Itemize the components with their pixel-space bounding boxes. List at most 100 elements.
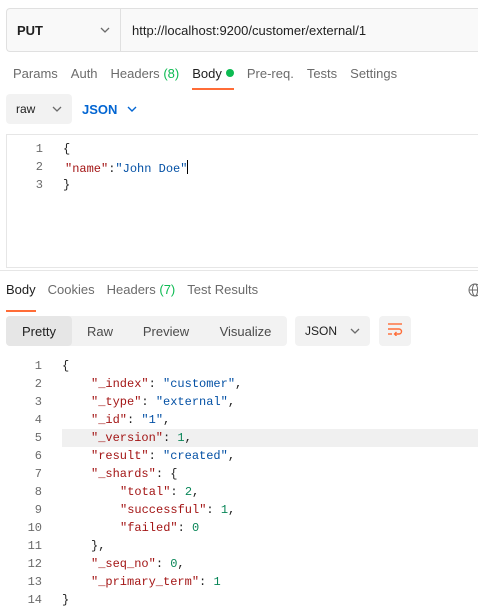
status-dot-icon [225, 69, 234, 77]
json-colon: : [163, 431, 178, 445]
tab-response-body[interactable]: Body [6, 282, 36, 312]
method-select[interactable]: PUT [7, 9, 121, 51]
json-colon: : [155, 557, 171, 571]
code-line: "_version": 1, [91, 431, 192, 445]
json-punctuation: { [62, 359, 70, 373]
json-key: "_seq_no" [91, 557, 156, 571]
request-body-editor[interactable]: 1 2 3 { "name":"John Doe" } [6, 134, 478, 268]
json-punctuation: , [227, 395, 236, 409]
code-line: "_id": "1", [91, 413, 170, 427]
line-number: 2 [34, 377, 42, 391]
json-value: 0 [192, 521, 200, 535]
tab-test-results[interactable]: Test Results [187, 282, 258, 304]
chevron-down-icon [350, 326, 360, 336]
wrap-lines-button[interactable] [379, 316, 411, 346]
response-format-select[interactable]: JSON [295, 316, 370, 346]
request-bar: PUT http://localhost:9200/customer/exter… [6, 8, 478, 52]
json-value: 1 [177, 431, 185, 445]
code-line: "_primary_term": 1 [91, 575, 221, 589]
json-value: 1 [213, 575, 221, 589]
tab-cookies[interactable]: Cookies [48, 282, 95, 304]
line-number: 10 [27, 521, 42, 535]
json-colon: : [148, 449, 164, 463]
tab-tests[interactable]: Tests [307, 62, 337, 86]
tab-pre-request-label: Pre-req. [246, 66, 294, 81]
json-colon: : [141, 395, 156, 409]
tab-headers[interactable]: Headers (8) [111, 62, 180, 86]
globe-icon[interactable] [468, 283, 478, 297]
json-value: "1" [141, 413, 164, 427]
json-colon: : [170, 485, 185, 499]
json-colon: : [199, 575, 214, 589]
brace-close: } [63, 178, 71, 192]
json-value: "created" [163, 449, 228, 463]
tab-response-headers-label: Headers [106, 282, 156, 297]
tab-params[interactable]: Params [13, 62, 58, 86]
view-mode-segmented: Pretty Raw Preview Visualize [6, 316, 287, 346]
json-colon: : [206, 503, 221, 517]
line-number: 12 [27, 557, 42, 571]
line-number: 3 [35, 178, 43, 192]
json-key: "failed" [120, 521, 178, 535]
view-visualize-label: Visualize [219, 323, 272, 339]
code-line: { [63, 142, 70, 156]
view-raw[interactable]: Raw [72, 316, 128, 346]
json-key: "_version" [91, 431, 164, 445]
brace-open: { [63, 142, 71, 156]
json-punctuation: } [62, 593, 70, 607]
json-value: "external" [155, 395, 228, 409]
code-line: "_seq_no": 0, [91, 557, 185, 571]
line-number: 2 [35, 160, 43, 174]
code-line: "_type": "external", [91, 395, 235, 409]
line-number: 6 [34, 449, 42, 463]
line-number: 14 [27, 593, 42, 607]
json-key: "_index" [91, 377, 149, 391]
wrap-lines-icon [387, 322, 403, 341]
json-key: "total" [120, 485, 171, 499]
line-number: 1 [35, 142, 43, 156]
chevron-down-icon [127, 104, 137, 114]
request-tabs: Params Auth Headers (8) Body Pre-req. Te… [0, 62, 397, 90]
json-key: "_type" [91, 395, 142, 409]
body-type-select[interactable]: raw [6, 94, 72, 124]
tab-pre-request[interactable]: Pre-req. [247, 62, 294, 86]
tab-auth-label: Auth [70, 66, 98, 81]
json-colon: : [127, 413, 142, 427]
tab-body-label: Body [192, 66, 222, 81]
body-format-label: JSON [82, 101, 118, 117]
code-line: { [62, 359, 69, 373]
tab-headers-count: (8) [163, 66, 180, 81]
code-line: "result": "created", [91, 449, 235, 463]
tab-body[interactable]: Body [192, 62, 234, 90]
code-line: "name":"John Doe" [65, 160, 189, 176]
chevron-down-icon [100, 25, 110, 35]
tab-response-body-label: Body [6, 282, 36, 297]
view-visualize[interactable]: Visualize [204, 316, 287, 346]
tab-auth[interactable]: Auth [71, 62, 98, 86]
view-preview-label: Preview [142, 323, 190, 339]
line-number: 1 [34, 359, 42, 373]
tab-response-headers[interactable]: Headers (7) [107, 282, 176, 304]
json-punctuation: , [177, 557, 185, 571]
tab-settings[interactable]: Settings [350, 62, 397, 86]
view-pretty[interactable]: Pretty [6, 316, 72, 346]
json-key: "successful" [120, 503, 207, 517]
json-value: "customer" [163, 377, 236, 391]
json-colon: : [148, 377, 164, 391]
json-colon: : [155, 467, 171, 481]
json-value: { [170, 467, 178, 481]
response-tabs: Body Cookies Headers (7) Test Results [0, 282, 264, 312]
line-number: 3 [34, 395, 42, 409]
view-preview[interactable]: Preview [128, 316, 204, 346]
body-format-select[interactable]: JSON [82, 94, 137, 124]
code-line: } [63, 178, 70, 192]
view-pretty-label: Pretty [22, 323, 56, 339]
json-punctuation: , [235, 377, 243, 391]
code-line: "total": 2, [120, 485, 199, 499]
url-input[interactable]: http://localhost:9200/customer/external/… [121, 9, 478, 51]
json-punctuation: , [227, 449, 236, 463]
code-line: "successful": 1, [120, 503, 235, 517]
line-number: 9 [34, 503, 42, 517]
json-key: "_shards" [91, 467, 156, 481]
line-number: 7 [34, 467, 42, 481]
